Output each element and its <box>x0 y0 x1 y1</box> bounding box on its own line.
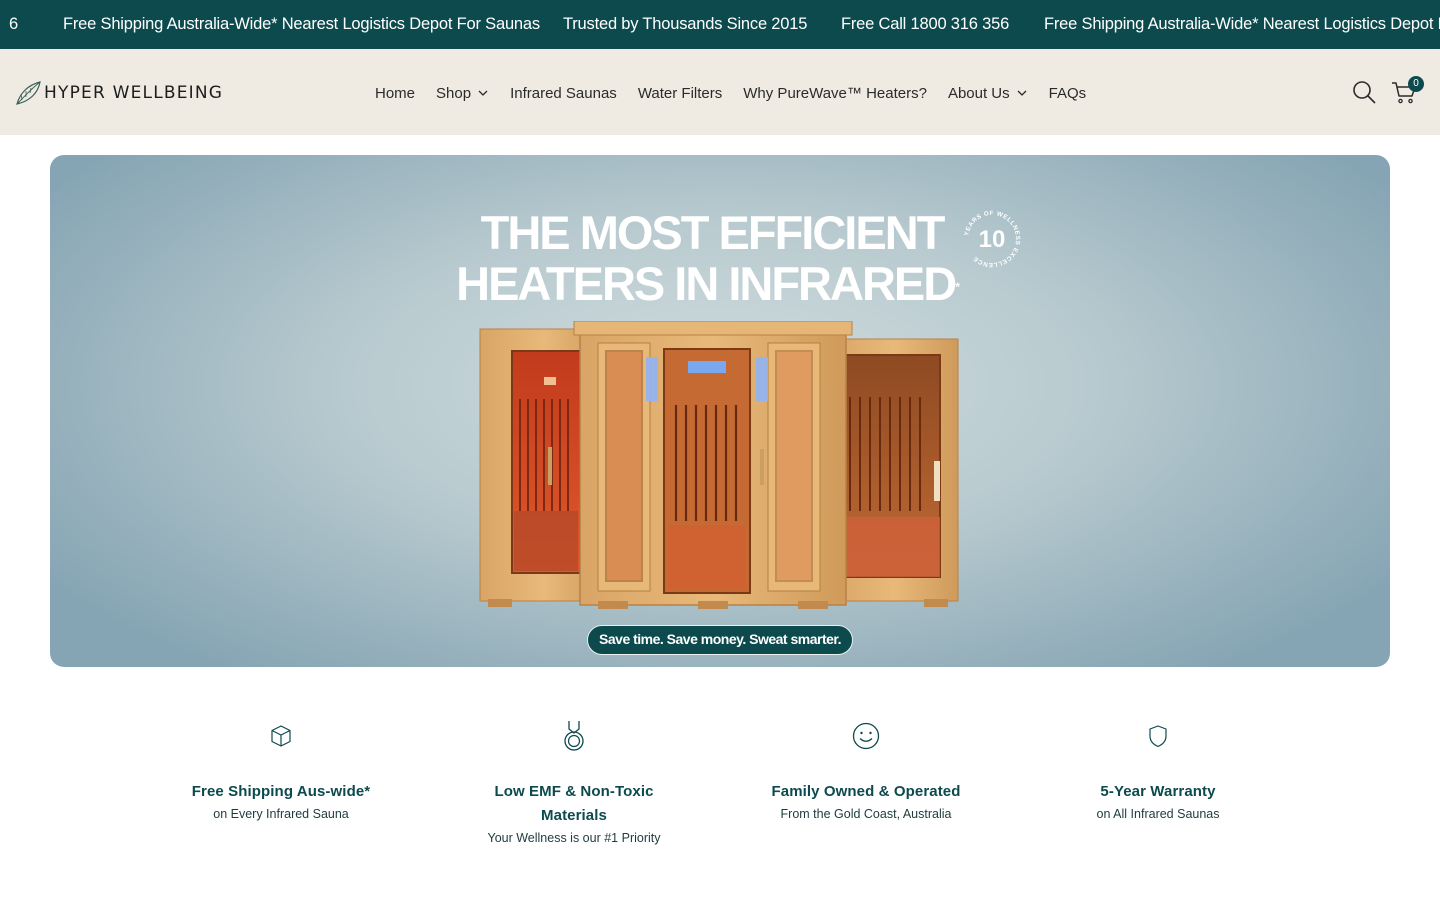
announcement-message: Free Call 1800 316 356 <box>841 15 1010 33</box>
logo-text: HYPER WELLBEING <box>44 83 224 103</box>
hero-title-line2: HEATERS IN INFRARED <box>456 257 957 310</box>
feature-title: Low EMF & Non-Toxic Materials <box>494 783 654 824</box>
nav-label: Infrared Saunas <box>510 84 617 102</box>
announcement-message: Trusted by Thousands Since 2015 <box>563 15 808 33</box>
hero-tagline: Save time. Save money. Sweat smarter. <box>587 625 853 655</box>
nav-infrared-saunas[interactable]: Infrared Saunas <box>510 83 617 103</box>
chevron-down-icon <box>1017 90 1027 96</box>
feature-warranty: 5-Year Warranty on All Infrared Saunas <box>1038 720 1278 824</box>
logo[interactable]: HYPER WELLBEING <box>14 79 223 107</box>
hero-title: THE MOST EFFICIENT HEATERS IN INFRARED* <box>50 207 1390 309</box>
ten-years-seal: YEARS OF WELLNESS EXCELLENCE 10 <box>963 210 1020 268</box>
nav-label: Why PureWave™ Heaters? <box>743 84 927 102</box>
chevron-down-icon <box>478 90 488 96</box>
nav-why-purewave[interactable]: Why PureWave™ Heaters? <box>743 83 927 103</box>
nav-about-us[interactable]: About Us <box>948 83 1028 103</box>
feature-subtitle: Your Wellness is our #1 Priority <box>487 831 661 845</box>
nav-label: FAQs <box>1048 84 1087 102</box>
nav-label: Shop <box>436 84 472 102</box>
feature-free-shipping: Free Shipping Aus-wide* on Every Infrare… <box>161 720 401 824</box>
site-header: HYPER WELLBEING Home Shop Infrared Sauna… <box>0 49 1440 135</box>
feature-family-owned: Family Owned & Operated From the Gold Co… <box>746 720 986 824</box>
announcement-bar: 6 Free Shipping Australia-Wide* Nearest … <box>0 0 1440 49</box>
medal-icon <box>564 721 584 751</box>
feature-subtitle: on Every Infrared Sauna <box>213 807 349 821</box>
feature-title: 5-Year Warranty <box>1100 783 1216 800</box>
feature-subtitle: From the Gold Coast, Australia <box>780 807 952 821</box>
main-nav: Home Shop Infrared Saunas Water Filters … <box>375 83 1107 103</box>
nav-label: Water Filters <box>637 84 723 102</box>
search-icon[interactable] <box>1351 79 1377 105</box>
hero-title-mark: * <box>955 280 960 294</box>
nav-label: Home <box>375 84 416 102</box>
feature-low-emf: Low EMF & Non-Toxic Materials Your Welln… <box>454 720 694 848</box>
announcement-track: 6 Free Shipping Australia-Wide* Nearest … <box>0 0 1440 49</box>
feature-title: Family Owned & Operated <box>771 783 961 800</box>
hero-title-line1: THE MOST EFFICIENT <box>480 206 946 259</box>
hero-title-line2-wrap: HEATERS IN INFRARED* <box>50 258 1390 309</box>
nav-label: About Us <box>947 84 1010 102</box>
box-icon <box>271 725 291 747</box>
sauna-product-image <box>479 321 959 609</box>
nav-water-filters[interactable]: Water Filters <box>638 83 722 103</box>
announcement-message: Free Shipping Australia-Wide* Nearest Lo… <box>1044 15 1440 33</box>
nav-shop[interactable]: Shop <box>436 83 489 103</box>
seal-number: 10 <box>979 226 1006 253</box>
announcement-fragment: 6 <box>9 15 18 33</box>
nav-home[interactable]: Home <box>375 83 415 103</box>
cart-count-badge: 0 <box>1408 76 1424 92</box>
leaf-logo-icon <box>16 81 41 105</box>
shield-icon <box>1149 725 1167 748</box>
feature-subtitle: on All Infrared Saunas <box>1096 807 1220 821</box>
announcement-message: Free Shipping Australia-Wide* Nearest Lo… <box>63 15 540 33</box>
feature-title: Free Shipping Aus-wide* <box>191 783 371 800</box>
smiley-icon <box>852 722 880 750</box>
nav-faqs[interactable]: FAQs <box>1049 83 1087 103</box>
hero-banner[interactable]: THE MOST EFFICIENT HEATERS IN INFRARED* … <box>50 155 1390 667</box>
